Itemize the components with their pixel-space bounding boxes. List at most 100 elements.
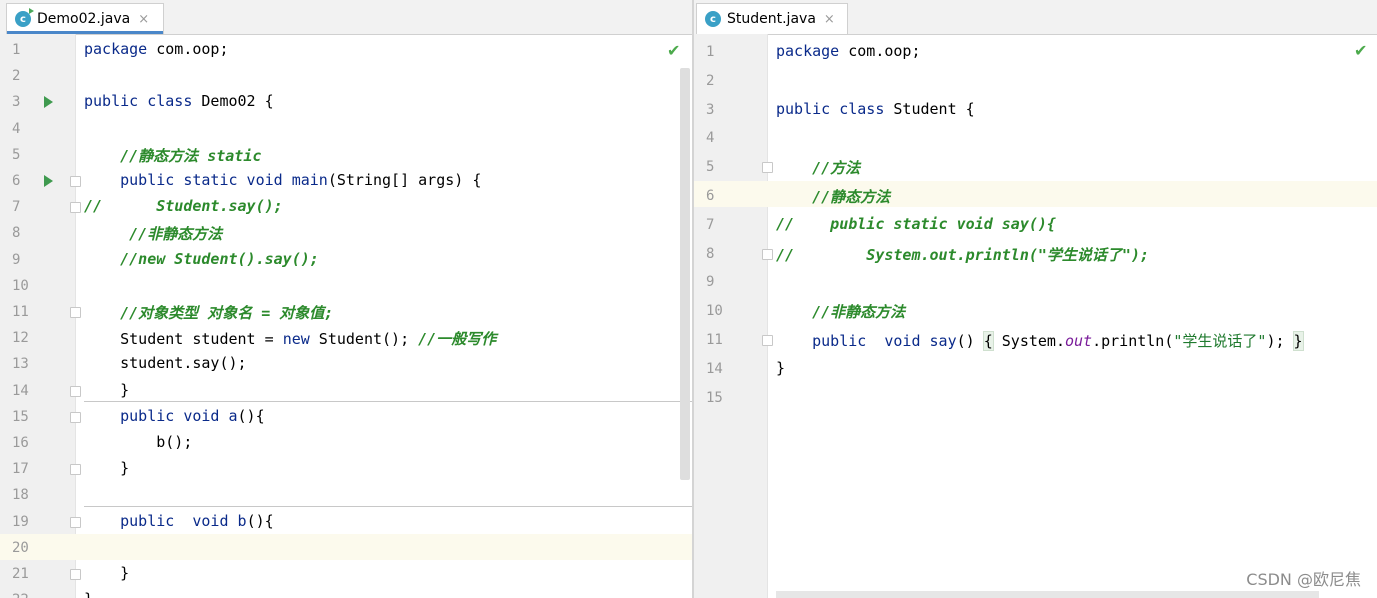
code-line[interactable]: 14 } (0, 377, 692, 403)
line-number: 17 (12, 461, 29, 478)
code-line[interactable]: 3 public class Demo02 { (0, 88, 692, 114)
fold-icon[interactable] (70, 307, 81, 318)
code-line[interactable]: 18 (0, 481, 692, 507)
close-icon[interactable]: × (138, 12, 149, 27)
line-number: 11 (12, 304, 29, 320)
code-line[interactable]: 6 //静态方法 (694, 181, 1377, 207)
code-line[interactable]: 4 (694, 123, 1377, 149)
code-line[interactable]: 15 (694, 383, 1377, 409)
java-class-icon: c (15, 8, 34, 27)
line-number: 21 (12, 566, 29, 582)
code-line[interactable]: 2 (694, 66, 1377, 92)
code-text: //方法 (812, 159, 861, 178)
fold-icon[interactable] (762, 162, 773, 174)
line-number: 8 (706, 245, 715, 262)
java-class-icon: c (705, 11, 721, 27)
line-number: 5 (706, 159, 715, 176)
code-line[interactable]: 12 Student student = new Student(); //一般… (0, 324, 692, 350)
fold-icon[interactable] (70, 411, 81, 423)
code-line[interactable]: 17 } (0, 455, 692, 481)
code-text: public class Student { (776, 99, 975, 118)
line-number: 1 (706, 44, 715, 60)
line-number: 2 (706, 72, 715, 89)
code-text: package com.oop; (84, 40, 229, 58)
line-number: 11 (706, 332, 723, 348)
code-line[interactable]: 3 public class Student { (694, 95, 1377, 121)
code-text: } (84, 380, 130, 399)
code-text: //new Student().say(); (120, 249, 319, 268)
code-line[interactable]: 2 (0, 62, 692, 88)
code-line[interactable]: 19 public void b(){ (0, 508, 692, 534)
line-number: 13 (12, 356, 29, 373)
code-line[interactable]: 16 b(); (0, 429, 692, 455)
code-line[interactable]: 10 (0, 272, 692, 298)
code-line[interactable]: 6 public static void main(String[] args)… (0, 167, 692, 193)
code-text: // System.out.println("学生说话了"); (776, 245, 1150, 264)
code-line[interactable]: 15 public void a(){ (0, 403, 692, 429)
line-number: 9 (12, 251, 21, 268)
fold-icon[interactable] (70, 516, 81, 528)
code-line[interactable]: 14} (694, 354, 1377, 380)
horizontal-scrollbar[interactable] (776, 591, 1319, 598)
fold-icon[interactable] (70, 569, 81, 580)
line-number: 20 (12, 539, 29, 556)
code-text: public static void main(String[] args) { (120, 171, 482, 189)
line-number: 6 (12, 173, 21, 189)
fold-icon[interactable] (762, 248, 773, 260)
code-text: } (776, 358, 786, 377)
tab-label: Demo02.java (37, 11, 131, 27)
code-line[interactable]: 8 //非静态方法 (0, 219, 692, 245)
code-line[interactable]: 4 (0, 115, 692, 141)
fold-icon[interactable] (762, 335, 773, 346)
line-number: 8 (12, 225, 21, 242)
close-icon[interactable]: × (824, 12, 835, 27)
fold-icon[interactable] (70, 385, 81, 397)
tab-student[interactable]: c Student.java × (696, 3, 848, 34)
vertical-scrollbar[interactable] (680, 68, 690, 480)
code-line[interactable]: 7 // public static void say(){ (694, 210, 1377, 236)
code-editor[interactable]: 1 package com.oop; 2 3 public class Student … (694, 34, 1377, 598)
tab-bar: c Student.java × (694, 0, 1377, 35)
line-number: 14 (12, 382, 29, 399)
line-number: 12 (12, 330, 29, 347)
code-text: //对象类型 对象名 = 对象值; (120, 304, 334, 322)
code-line[interactable]: 5 //静态方法 static (0, 141, 692, 167)
code-line[interactable]: 9 (694, 267, 1377, 293)
run-icon[interactable] (44, 175, 53, 187)
line-number: 4 (706, 130, 715, 147)
line-number: 16 (12, 435, 29, 451)
code-line[interactable]: 10 //非静态方法 (694, 296, 1377, 322)
fold-icon[interactable] (70, 464, 81, 476)
code-line[interactable]: 5 //方法 (694, 152, 1377, 178)
check-icon: ✔ (1354, 41, 1368, 60)
line-number: 7 (12, 199, 21, 216)
code-line[interactable]: 1 package com.oop; (0, 36, 692, 62)
code-line[interactable]: 20 (0, 533, 692, 560)
fold-icon[interactable] (70, 202, 81, 214)
code-editor[interactable]: 1 package com.oop; 2 3 public class Demo02 {… (0, 34, 692, 598)
code-line[interactable]: 21 } (0, 560, 692, 586)
line-number: 15 (706, 389, 723, 406)
code-line[interactable]: 7 // Student.say(); (0, 193, 692, 219)
code-line[interactable]: 9 //new Student().say(); (0, 246, 692, 272)
line-number: 14 (706, 360, 723, 377)
tab-demo02[interactable]: c Demo02.java × (6, 3, 164, 34)
line-number: 22 (12, 592, 36, 598)
line-number: 1 (12, 42, 21, 58)
code-line[interactable]: 22} (0, 586, 692, 598)
line-number: 9 (706, 274, 715, 291)
fold-icon[interactable] (70, 176, 81, 187)
code-text: // Student.say(); (84, 197, 283, 216)
code-text: Student student = new Student(); //一般写作 (84, 330, 497, 349)
code-line[interactable]: 8 // System.out.println("学生说话了"); (694, 239, 1377, 265)
code-text: //静态方法 (812, 188, 891, 206)
code-text: public class Demo02 { (84, 92, 274, 111)
watermark: CSDN @欧尼焦 (1246, 570, 1361, 589)
tab-bar: c Demo02.java × (0, 0, 692, 35)
code-line[interactable]: 11 //对象类型 对象名 = 对象值; (0, 298, 692, 324)
code-line[interactable]: 11 public void say() { System.out.printl… (694, 325, 1377, 351)
code-line[interactable]: 1 package com.oop; (694, 37, 1377, 63)
code-line[interactable]: 13 student.say(); (0, 350, 692, 376)
run-icon[interactable] (44, 96, 53, 109)
code-text: } (84, 590, 93, 598)
